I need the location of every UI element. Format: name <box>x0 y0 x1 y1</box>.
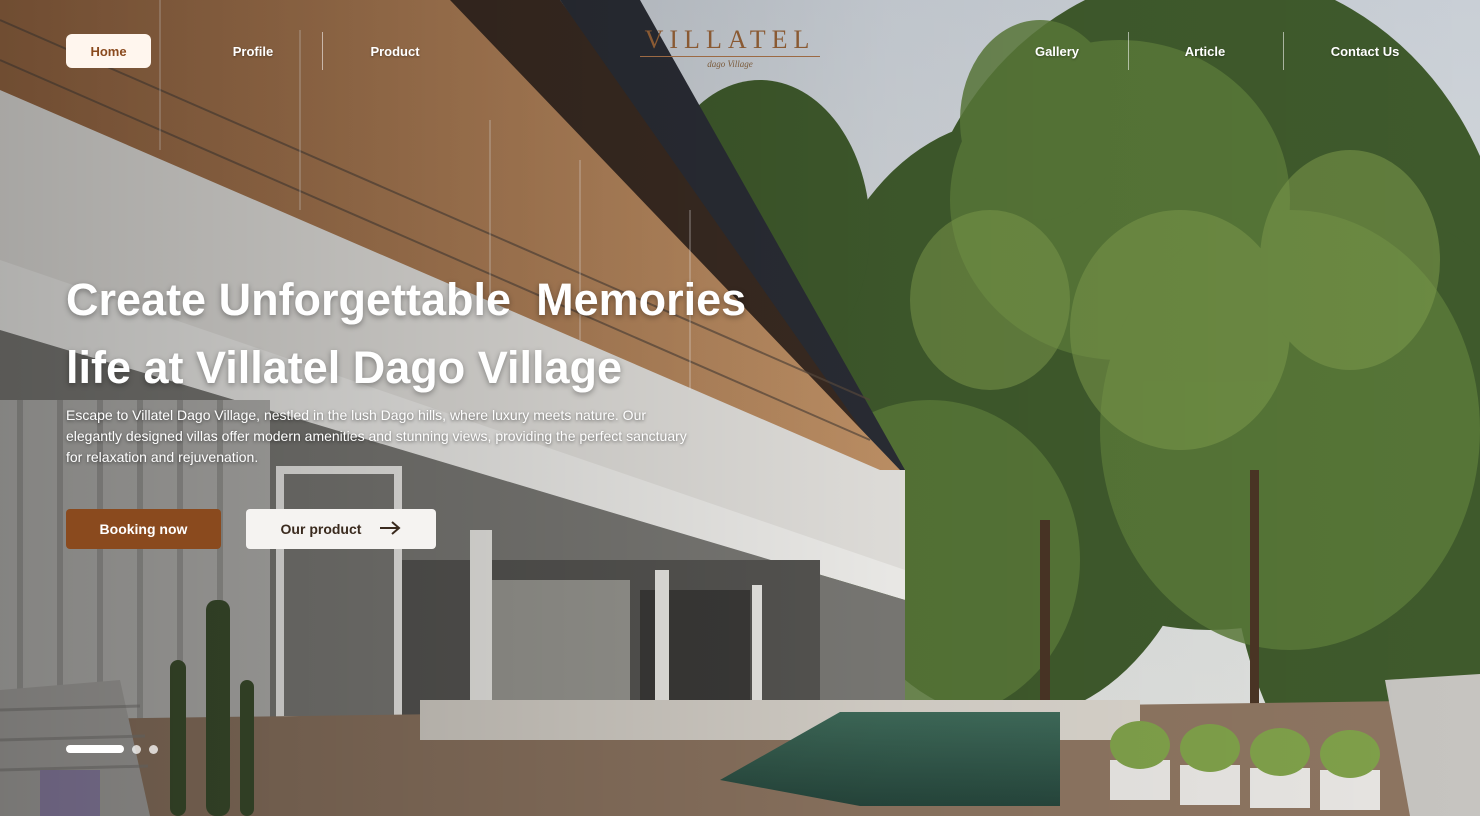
logo-wordmark: VILLATEL <box>644 25 816 54</box>
our-product-button[interactable]: Our product <box>246 509 436 549</box>
logo-subtitle: dago Village <box>707 59 753 69</box>
nav-gallery[interactable]: Gallery <box>1016 40 1098 62</box>
nav-product-label: Product <box>370 43 420 59</box>
nav-article-label: Article <box>1184 43 1226 59</box>
nav-divider <box>1283 32 1284 70</box>
our-product-label: Our product <box>280 521 362 537</box>
nav-profile-label: Profile <box>232 43 274 59</box>
nav-home-label: Home <box>90 43 127 59</box>
carousel-dot[interactable] <box>132 744 141 754</box>
nav-contact-us-label: Contact Us <box>1330 43 1400 59</box>
carousel-dot-active[interactable] <box>66 745 124 753</box>
nav-divider <box>322 32 323 70</box>
nav-article[interactable]: Article <box>1162 40 1248 62</box>
nav-divider <box>1128 32 1129 70</box>
hero-headline: Create Unforgettable Memories life at Vi… <box>66 266 846 402</box>
nav-gallery-label: Gallery <box>1034 43 1080 59</box>
logo-underline <box>640 56 820 57</box>
nav-product[interactable]: Product <box>350 40 440 62</box>
hero-section: Home Profile Product VILLATEL dago Villa… <box>0 0 1480 816</box>
nav-profile[interactable]: Profile <box>206 40 300 62</box>
hero-headline-line-1: Create Unforgettable Memories <box>66 274 747 325</box>
booking-now-label: Booking now <box>99 521 188 537</box>
brand-logo[interactable]: VILLATEL dago Village <box>630 26 830 76</box>
nav-home[interactable]: Home <box>66 34 151 68</box>
hero-description: Escape to Villatel Dago Village, nestled… <box>66 407 687 465</box>
carousel-dot[interactable] <box>149 744 158 754</box>
arrow-right-icon <box>379 520 401 538</box>
nav-contact-us[interactable]: Contact Us <box>1310 40 1420 62</box>
carousel-indicator <box>66 744 158 754</box>
booking-now-button[interactable]: Booking now <box>66 509 221 549</box>
hero-headline-line-2: life at Villatel Dago Village <box>66 342 623 393</box>
